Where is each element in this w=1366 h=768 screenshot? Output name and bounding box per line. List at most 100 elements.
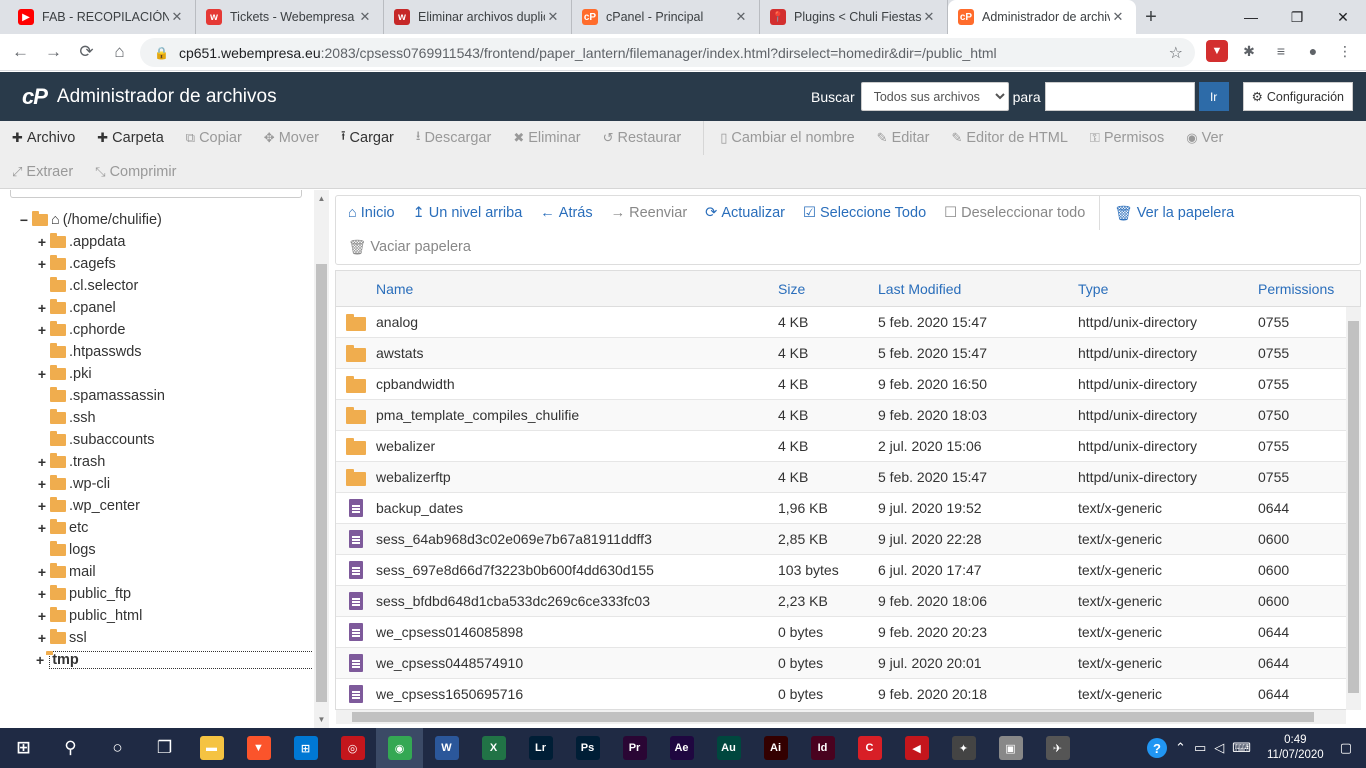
tree-scrollbar[interactable]: ▲ ▼ (314, 190, 329, 728)
taskbar-app[interactable]: Ps (564, 728, 611, 768)
browser-menu-icon[interactable]: ⋮ (1334, 40, 1356, 62)
lock-icon[interactable]: 🔒 (154, 46, 169, 60)
expand-icon[interactable]: + (36, 520, 48, 536)
taskbar-app[interactable]: W (423, 728, 470, 768)
media-queue-icon[interactable]: ≡ (1270, 40, 1292, 62)
deseleccionar-todo-button[interactable]: ☐ Deseleccionar todo (944, 205, 1085, 221)
tree-item[interactable]: .htpasswds (0, 341, 312, 363)
browser-tab[interactable]: cP cPanel - Principal ✕ (572, 0, 760, 34)
expand-icon[interactable]: + (36, 630, 48, 646)
browser-tab[interactable]: w Eliminar archivos duplic ✕ (384, 0, 572, 34)
ver-la-papelera-button[interactable]: 🗑 Ver la papelera (1114, 205, 1234, 222)
taskbar-app[interactable]: Au (705, 728, 752, 768)
extensions-puzzle-icon[interactable]: ✱ (1238, 40, 1260, 62)
vaciar-papelera-button[interactable]: 🗑 Vaciar papelera (348, 239, 471, 256)
taskbar-app[interactable]: ▬ (188, 728, 235, 768)
atrás-button[interactable]: ← Atrás (540, 205, 592, 221)
table-row[interactable]: cpbandwidth 4 KB 9 feb. 2020 16:50 httpd/un… (336, 369, 1360, 400)
expand-icon[interactable]: + (36, 498, 48, 514)
col-header-modified[interactable]: Last Modified (878, 281, 1078, 297)
scroll-down-arrow-icon[interactable]: ▼ (314, 715, 329, 724)
tree-item[interactable]: + .trash (0, 451, 312, 473)
table-row[interactable]: sess_697e8d66d7f3223b0b600f4dd630d155 103… (336, 555, 1360, 586)
tree-item[interactable]: + .pki (0, 363, 312, 385)
mover-button[interactable]: ✥ Mover (264, 130, 319, 146)
reenviar-button[interactable]: → Reenviar (611, 205, 688, 221)
taskbar-app[interactable]: ⚲ (47, 728, 94, 768)
editar-button[interactable]: ✎ Editar (877, 130, 930, 146)
expand-icon[interactable]: + (36, 652, 44, 668)
search-scope-select[interactable]: Todos sus archivos (860, 82, 1009, 111)
help-icon[interactable]: ? (1147, 738, 1168, 758)
copiar-button[interactable]: ⧉ Copiar (186, 130, 242, 146)
tree-item[interactable]: .cl.selector (0, 275, 312, 297)
taskbar-app[interactable]: ◎ (329, 728, 376, 768)
table-row[interactable]: sess_64ab968d3c02e069e7b67a81911ddff3 2,8… (336, 524, 1360, 555)
cargar-button[interactable]: ⭱ Cargar (341, 127, 394, 149)
notifications-icon[interactable]: ▢ (1340, 740, 1352, 756)
col-header-name[interactable]: Name (376, 281, 778, 297)
tree-item[interactable]: .ssh (0, 407, 312, 429)
tree-item[interactable]: + .cagefs (0, 253, 312, 275)
tree-item[interactable]: + public_html (0, 605, 312, 627)
go-button[interactable]: Ir (1198, 82, 1229, 111)
keyboard-icon[interactable]: ⌨ (1232, 740, 1251, 756)
taskbar-app[interactable]: ◀ (893, 728, 940, 768)
volume-icon[interactable]: ◁ (1214, 740, 1224, 756)
file-list-scrollbar[interactable] (1346, 307, 1361, 710)
settings-button[interactable]: ⚙ Configuración (1242, 82, 1353, 111)
taskbar-app[interactable]: X (470, 728, 517, 768)
table-row[interactable]: we_cpsess1650695716 0 bytes 9 feb. 2020 20… (336, 679, 1360, 709)
tree-item[interactable]: + public_ftp (0, 583, 312, 605)
tree-item[interactable]: .spamassassin (0, 385, 312, 407)
back-icon[interactable]: ← (4, 42, 37, 62)
un-nivel-arriba-button[interactable]: ↥ Un nivel arriba (413, 205, 523, 221)
forward-icon[interactable]: → (37, 42, 70, 62)
url-input[interactable]: 🔒 cp651.webempresa.eu:2083/cpsess0769911… (140, 38, 1195, 67)
tree-item[interactable]: + .wp_center (0, 495, 312, 517)
table-row[interactable]: webalizer 4 KB 2 jul. 2020 15:06 httpd/unix… (336, 431, 1360, 462)
reload-icon[interactable]: ⟳ (70, 42, 103, 62)
expand-icon[interactable]: + (36, 234, 48, 250)
extraer-button[interactable]: ⤢ Extraer (12, 164, 73, 180)
browser-tab[interactable]: 📍 Plugins < Chuli Fiestas ✕ (760, 0, 948, 34)
chevron-up-icon[interactable]: ⌃ (1175, 740, 1186, 756)
expand-icon[interactable]: + (36, 366, 48, 382)
taskbar-app[interactable]: ⊞ (0, 728, 47, 768)
battery-icon[interactable]: ▭ (1194, 740, 1206, 756)
expand-icon[interactable]: + (36, 300, 48, 316)
expand-icon[interactable]: + (36, 564, 48, 580)
browser-tab[interactable]: w Tickets - Webempresa E ✕ (196, 0, 384, 34)
close-tab-icon[interactable]: ✕ (169, 9, 185, 25)
col-header-permissions[interactable]: Permissions (1258, 281, 1348, 297)
restaurar-button[interactable]: ↺ Restaurar (603, 130, 682, 146)
table-row[interactable]: we_cpsess0146085898 0 bytes 9 feb. 2020 20… (336, 617, 1360, 648)
collapse-icon[interactable]: − (18, 212, 30, 228)
taskbar-app[interactable]: Pr (611, 728, 658, 768)
comprimir-button[interactable]: ⤡ Comprimir (95, 164, 176, 180)
tree-item[interactable]: logs (0, 539, 312, 561)
actualizar-button[interactable]: ⟳ Actualizar (705, 205, 785, 221)
table-row[interactable]: analog 4 KB 5 feb. 2020 15:47 httpd/unix-di… (336, 307, 1360, 338)
table-row[interactable]: sess_bfdbd648d1cba533dc269c6ce333fc03 2,2… (336, 586, 1360, 617)
taskbar-app[interactable]: ✦ (940, 728, 987, 768)
home-browser-icon[interactable]: ⌂ (103, 42, 136, 62)
taskbar-app[interactable]: ▼ (235, 728, 282, 768)
eliminar-button[interactable]: ✖ Eliminar (513, 130, 580, 146)
table-row[interactable]: we_cpsess0448574910 0 bytes 9 jul. 2020 20… (336, 648, 1360, 679)
expand-icon[interactable]: + (36, 586, 48, 602)
minimize-icon[interactable]: — (1228, 0, 1274, 34)
tree-item[interactable]: + .cphorde (0, 319, 312, 341)
close-tab-icon[interactable]: ✕ (921, 9, 937, 25)
taskbar-app[interactable]: Ae (658, 728, 705, 768)
brave-shield-icon[interactable]: ▼ (1206, 40, 1228, 62)
tree-item[interactable]: .subaccounts (0, 429, 312, 451)
expand-icon[interactable]: + (36, 608, 48, 624)
tree-item[interactable]: + ssl (0, 627, 312, 649)
col-header-size[interactable]: Size (778, 281, 878, 297)
maximize-icon[interactable]: ❐ (1274, 0, 1320, 34)
close-tab-icon[interactable]: ✕ (545, 9, 561, 25)
tree-item[interactable]: + .cpanel (0, 297, 312, 319)
expand-icon[interactable]: + (36, 322, 48, 338)
file-list-scroll-thumb[interactable] (1348, 321, 1359, 693)
